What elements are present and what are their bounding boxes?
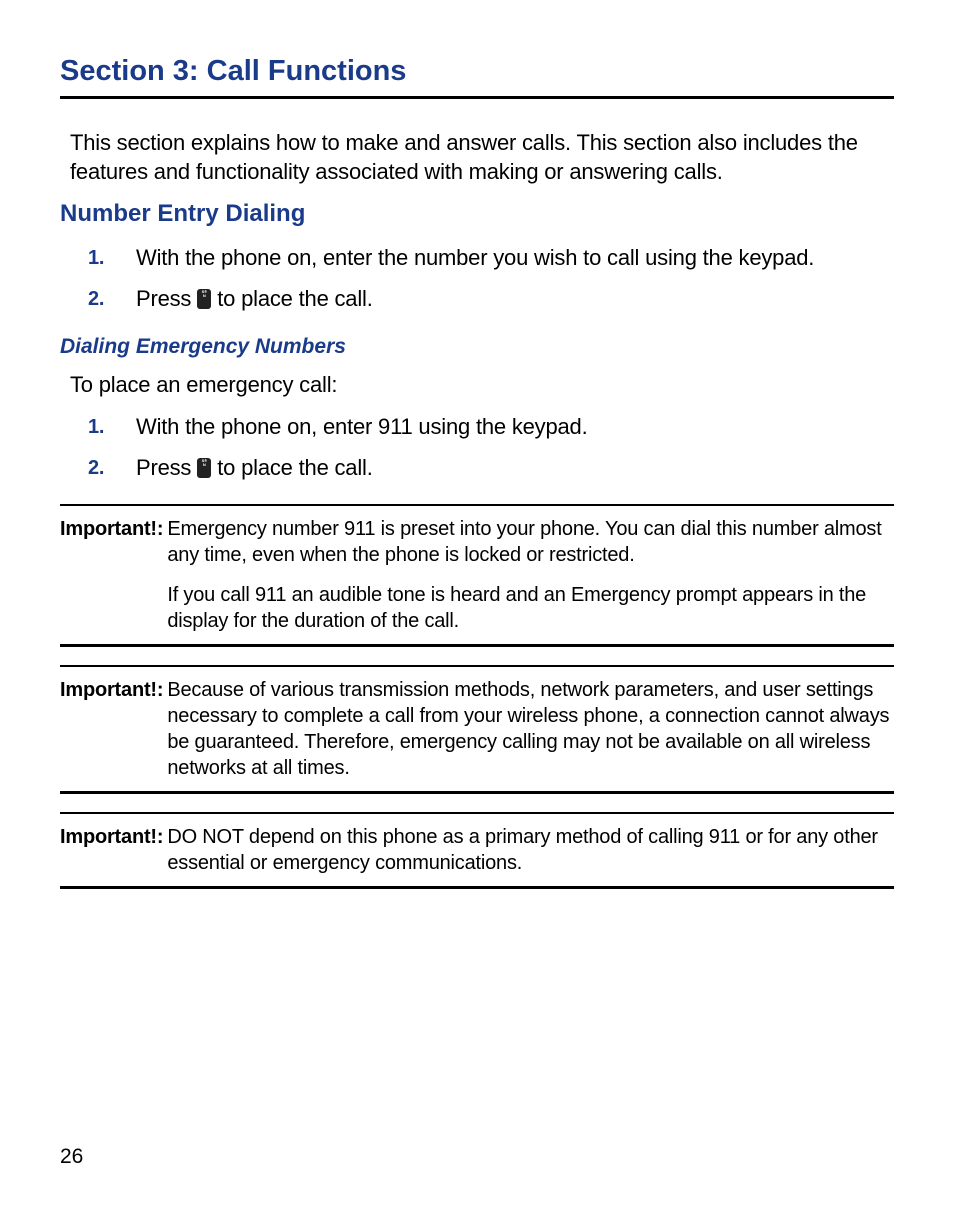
send-key-icon	[197, 458, 211, 478]
important-note-1: Important!: Emergency number 911 is pres…	[60, 504, 894, 647]
important-label: Important!:	[60, 677, 167, 781]
send-key-icon	[197, 289, 211, 309]
important-body: DO NOT depend on this phone as a primary…	[167, 824, 894, 876]
heading-number-entry-dialing: Number Entry Dialing	[60, 200, 894, 228]
steps-emergency: 1. With the phone on, enter 911 using th…	[88, 409, 894, 485]
important-paragraph: Emergency number 911 is preset into your…	[167, 516, 894, 568]
step-number: 1.	[88, 242, 136, 274]
page-number: 26	[60, 1145, 83, 1169]
step-text-after: to place the call.	[217, 450, 372, 485]
step-text-after: to place the call.	[217, 281, 372, 316]
section-intro: This section explains how to make and an…	[70, 129, 894, 186]
step-number: 1.	[88, 411, 136, 443]
important-label: Important!:	[60, 516, 167, 634]
important-body: Because of various transmission methods,…	[167, 677, 894, 781]
important-body: Emergency number 911 is preset into your…	[167, 516, 894, 634]
heading-dialing-emergency: Dialing Emergency Numbers	[60, 335, 894, 359]
important-paragraph: Because of various transmission methods,…	[167, 677, 894, 781]
step-number: 2.	[88, 283, 136, 315]
important-note-3: Important!: DO NOT depend on this phone …	[60, 812, 894, 889]
step-text-before: Press	[136, 450, 191, 485]
step-text-before: Press	[136, 281, 191, 316]
steps-number-entry: 1. With the phone on, enter the number y…	[88, 240, 894, 316]
step-text: With the phone on, enter the number you …	[136, 240, 814, 275]
list-item: 2. Press to place the call.	[88, 281, 894, 316]
important-paragraph: DO NOT depend on this phone as a primary…	[167, 824, 894, 876]
section-title: Section 3: Call Functions	[60, 55, 894, 99]
important-paragraph: If you call 911 an audible tone is heard…	[167, 582, 894, 634]
step-number: 2.	[88, 452, 136, 484]
emergency-intro-text: To place an emergency call:	[70, 371, 894, 400]
important-label: Important!:	[60, 824, 167, 876]
list-item: 1. With the phone on, enter 911 using th…	[88, 409, 894, 444]
step-text: With the phone on, enter 911 using the k…	[136, 409, 588, 444]
important-note-2: Important!: Because of various transmiss…	[60, 665, 894, 794]
list-item: 2. Press to place the call.	[88, 450, 894, 485]
list-item: 1. With the phone on, enter the number y…	[88, 240, 894, 275]
